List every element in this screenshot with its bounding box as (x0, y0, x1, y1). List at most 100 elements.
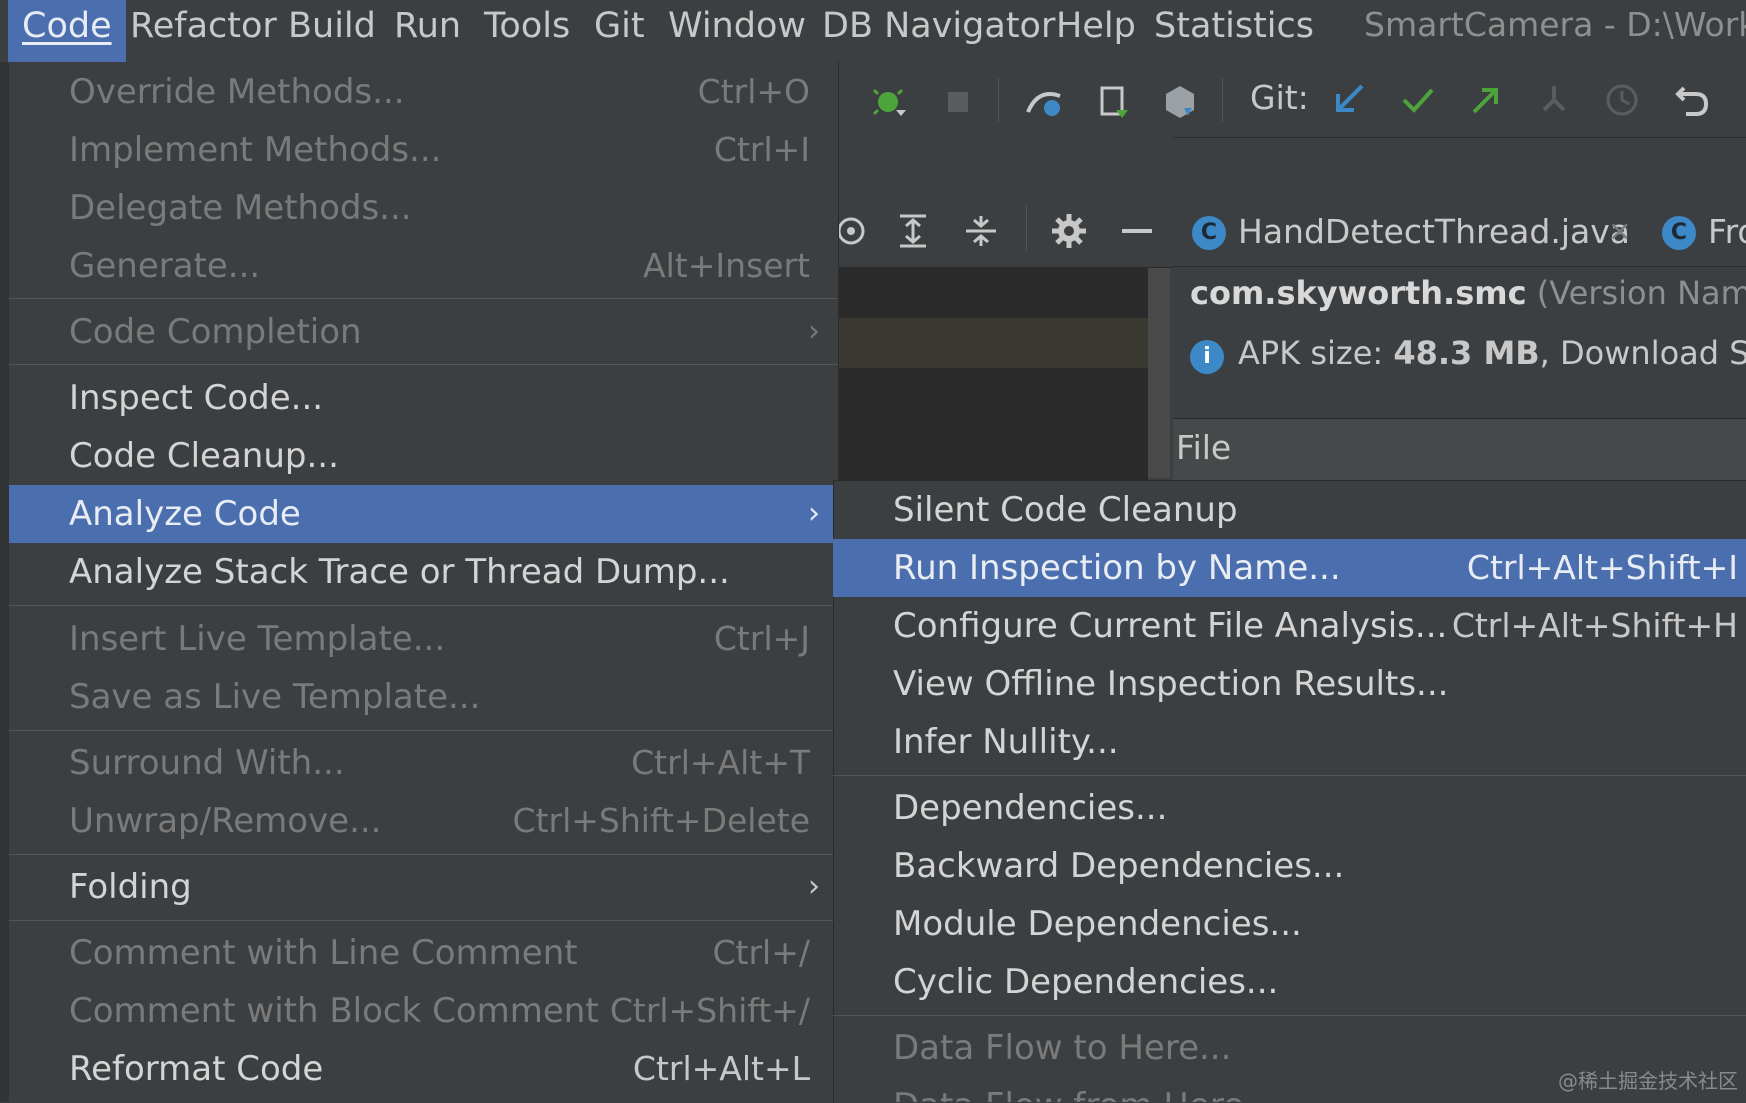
menu-item-label: Insert Live Template... (69, 619, 446, 659)
submenu-item-silent-code-cleanup[interactable]: Silent Code Cleanup (833, 481, 1746, 539)
menu-item-insert-live-template[interactable]: Insert Live Template... Ctrl+J (9, 610, 838, 668)
menu-item-label: Unwrap/Remove... (69, 801, 382, 841)
menu-tools-label: Tools (484, 6, 571, 46)
menu-item-shortcut: Ctrl+I (713, 130, 810, 169)
git-merge-icon[interactable] (1534, 80, 1574, 120)
watermark: @稀土掘金技术社区 (1558, 1069, 1738, 1093)
menu-item-label: Delegate Methods... (69, 188, 412, 228)
menu-item-label: Folding (69, 867, 192, 907)
menu-item-reformat-code[interactable]: Reformat Code Ctrl+Alt+L (9, 1040, 838, 1098)
menu-separator (9, 730, 838, 731)
menu-item-code-completion[interactable]: Code Completion › (9, 303, 838, 361)
attach-debugger-icon[interactable] (1024, 82, 1064, 122)
submenu-item-module-dependencies[interactable]: Module Dependencies... (833, 895, 1746, 953)
menu-item-block-comment[interactable]: Comment with Block Comment Ctrl+Shift+/ (9, 982, 838, 1040)
menu-item-folding[interactable]: Folding › (9, 858, 838, 916)
menu-tools[interactable]: Tools (484, 0, 570, 62)
minimize-icon[interactable] (1118, 212, 1156, 250)
menu-item-shortcut: Ctrl+O (697, 72, 810, 111)
menu-db-navigator-label: DB Navigator (822, 6, 1056, 46)
git-update-icon[interactable] (1330, 80, 1370, 120)
menu-item-line-comment[interactable]: Comment with Line Comment Ctrl+/ (9, 924, 838, 982)
menu-refactor[interactable]: Refactor (130, 0, 277, 62)
expand-all-icon[interactable] (894, 212, 932, 250)
git-commit-icon[interactable] (1398, 80, 1438, 120)
collapse-all-icon[interactable] (962, 212, 1000, 250)
menu-item-delegate-methods[interactable]: Delegate Methods... (9, 179, 838, 237)
sdk-manager-icon[interactable] (1160, 82, 1200, 122)
menu-separator (9, 920, 838, 921)
debug-icon[interactable] (870, 82, 910, 122)
submenu-item-backward-dependencies[interactable]: Backward Dependencies... (833, 837, 1746, 895)
tab-second-file[interactable]: Fro (1708, 212, 1746, 251)
java-class-icon: C (1662, 216, 1696, 250)
git-history-icon[interactable] (1602, 80, 1642, 120)
menu-separator (9, 605, 838, 606)
submenu-item-label: Cyclic Dependencies... (893, 962, 1279, 1002)
menu-item-code-cleanup[interactable]: Code Cleanup... (9, 427, 838, 485)
submenu-item-label: Configure Current File Analysis... (893, 606, 1448, 646)
git-label: Git: (1250, 78, 1309, 117)
menu-item-override-methods[interactable]: Override Methods... Ctrl+O (9, 63, 838, 121)
info-icon: i (1190, 340, 1224, 374)
gear-icon[interactable] (1050, 212, 1088, 250)
menu-item-label: Surround With... (69, 743, 345, 783)
submenu-item-cyclic-dependencies[interactable]: Cyclic Dependencies... (833, 953, 1746, 1011)
submenu-item-dependencies[interactable]: Dependencies... (833, 779, 1746, 837)
menu-item-analyze-code[interactable]: Analyze Code › (9, 485, 838, 543)
menu-item-surround-with[interactable]: Surround With... Ctrl+Alt+T (9, 734, 838, 792)
submenu-item-label: Run Inspection by Name... (893, 548, 1341, 588)
menu-statistics[interactable]: Statistics (1154, 0, 1314, 62)
submenu-item-configure-file-analysis[interactable]: Configure Current File Analysis... Ctrl+… (833, 597, 1746, 655)
menu-item-save-as-live-template[interactable]: Save as Live Template... (9, 668, 838, 726)
menu-db-navigator[interactable]: DB Navigator (822, 0, 1055, 62)
submenu-item-label: Dependencies... (893, 788, 1168, 828)
menu-refactor-label: Refactor (130, 6, 277, 46)
submenu-item-label: Silent Code Cleanup (893, 490, 1238, 530)
caret-row-highlight (838, 318, 1148, 368)
menu-item-inspect-code[interactable]: Inspect Code... (9, 369, 838, 427)
submenu-item-label: Data Flow to Here... (893, 1028, 1232, 1068)
device-manager-icon[interactable] (1094, 82, 1134, 122)
file-column-header[interactable] (1173, 418, 1746, 481)
chevron-right-icon: › (808, 869, 820, 904)
submenu-item-infer-nullity[interactable]: Infer Nullity... (833, 713, 1746, 771)
submenu-item-label: Data Flow from Here... (893, 1077, 1276, 1102)
menu-item-shortcut: Ctrl+Alt+L (632, 1049, 810, 1088)
menu-item-shortcut: Ctrl+J (713, 619, 810, 658)
menu-git[interactable]: Git (594, 0, 645, 62)
menu-code-label: Code (22, 6, 112, 46)
apk-size-line: APK size: 48.3 MB, Download Siz (1238, 334, 1746, 372)
menu-separator (9, 364, 838, 365)
java-class-icon: C (1192, 216, 1226, 250)
menu-item-analyze-stack-trace[interactable]: Analyze Stack Trace or Thread Dump... (9, 543, 838, 601)
git-push-icon[interactable] (1466, 80, 1506, 120)
tab-hand-detect-thread[interactable]: HandDetectThread.java (1238, 212, 1630, 251)
menu-item-implement-methods[interactable]: Implement Methods... Ctrl+I (9, 121, 838, 179)
menu-run[interactable]: Run (394, 0, 461, 62)
menu-code[interactable]: Code (8, 0, 126, 62)
menu-item-label: Code Cleanup... (69, 436, 339, 476)
menu-window[interactable]: Window (668, 0, 806, 62)
menu-item-shortcut: Ctrl+Shift+/ (609, 991, 810, 1030)
package-name: com.skyworth.smc (1190, 274, 1527, 312)
chevron-right-icon: › (808, 314, 820, 349)
menu-git-label: Git (594, 6, 645, 46)
package-line: com.skyworth.smc (Version Name: (1190, 274, 1746, 312)
editor-scrollbar[interactable] (1148, 268, 1170, 478)
submenu-item-run-inspection-by-name[interactable]: Run Inspection by Name... Ctrl+Alt+Shift… (833, 539, 1746, 597)
tab-close-icon[interactable]: × (1608, 214, 1631, 247)
menu-item-shortcut: Ctrl+Alt+T (631, 743, 810, 782)
menu-item-generate[interactable]: Generate... Alt+Insert (9, 237, 838, 295)
stop-icon[interactable] (938, 82, 978, 122)
menu-item-unwrap-remove[interactable]: Unwrap/Remove... Ctrl+Shift+Delete (9, 792, 838, 850)
rollback-icon[interactable] (1672, 80, 1712, 120)
menu-help[interactable]: Help (1056, 0, 1136, 62)
toolbar-separator (998, 78, 999, 122)
menu-build[interactable]: Build (288, 0, 376, 62)
toolbar-separator (1222, 78, 1223, 122)
menu-item-label: Analyze Code (69, 494, 301, 534)
submenu-item-view-offline-results[interactable]: View Offline Inspection Results... (833, 655, 1746, 713)
menu-separator (9, 298, 838, 299)
menu-statistics-label: Statistics (1154, 6, 1314, 46)
